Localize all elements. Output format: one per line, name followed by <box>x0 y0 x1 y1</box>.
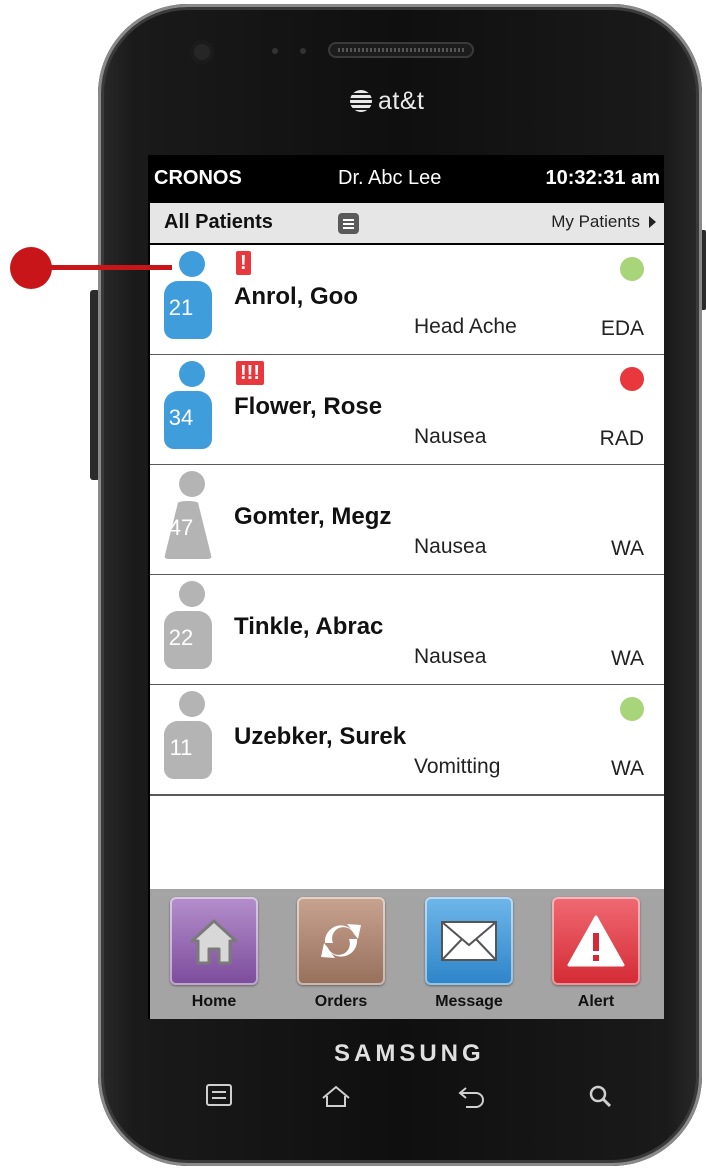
my-patients-link[interactable]: My Patients <box>551 212 640 232</box>
patient-row[interactable]: 34 !!! Flower, Rose Nausea RAD <box>150 355 664 466</box>
male-patient-avatar: 11 <box>164 689 212 785</box>
light-sensor <box>300 48 306 54</box>
orders-tile[interactable] <box>297 897 385 985</box>
earpiece-speaker <box>328 42 474 58</box>
home-key[interactable] <box>320 1084 352 1113</box>
front-camera <box>190 40 214 64</box>
menu-key[interactable] <box>206 1084 232 1111</box>
priority-badge: ! <box>236 251 251 275</box>
carrier-logo: at&t <box>350 86 424 116</box>
menu-icon <box>206 1084 232 1106</box>
back-icon <box>458 1087 484 1108</box>
status-dot <box>620 367 644 391</box>
tab-message[interactable]: Message <box>425 897 513 1017</box>
doctor-name: Dr. Abc Lee <box>338 167 442 189</box>
home-icon <box>190 919 238 965</box>
tab-alert-label: Alert <box>577 993 615 1010</box>
list-menu-icon[interactable] <box>338 213 359 234</box>
proximity-sensor <box>272 48 278 54</box>
status-bar: CRONOS Dr. Abc Lee 10:32:31 am <box>148 155 664 203</box>
warning-icon <box>567 915 625 967</box>
male-patient-avatar: 34 <box>164 359 212 455</box>
bed-number: 11 <box>169 735 193 760</box>
patient-row[interactable]: 47 Gomter, Megz Nausea WA <box>150 465 664 576</box>
patient-row[interactable]: 22 Tinkle, Abrac Nausea WA <box>150 575 664 686</box>
patient-list: 21 ! Anrol, Goo Head Ache EDA 34 !!! Flo… <box>150 245 664 889</box>
patient-department: WA <box>610 647 644 670</box>
back-key[interactable] <box>456 1084 486 1113</box>
refresh-icon <box>321 924 361 958</box>
list-title: All Patients <box>164 211 273 233</box>
bottom-tab-bar: Home Orders Message Alert <box>150 889 664 1019</box>
tab-message-label: Message <box>435 993 503 1010</box>
patient-name: Uzebker, Surek <box>234 723 407 750</box>
patient-name: Tinkle, Abrac <box>234 613 384 640</box>
patient-complaint: Nausea <box>414 425 487 448</box>
male-patient-avatar: 21 <box>164 249 212 345</box>
patient-name: Anrol, Goo <box>234 283 358 310</box>
patient-complaint: Vomitting <box>414 755 501 778</box>
search-key[interactable] <box>588 1084 612 1113</box>
tab-alert[interactable]: Alert <box>552 897 640 1017</box>
alert-tile[interactable] <box>552 897 640 985</box>
bed-number: 34 <box>168 405 194 430</box>
device-brand: SAMSUNG <box>334 1040 485 1067</box>
tab-orders[interactable]: Orders <box>297 897 385 1017</box>
callout-line <box>48 265 172 270</box>
status-dot <box>620 697 644 721</box>
patient-complaint: Nausea <box>414 645 487 668</box>
tab-home[interactable]: Home <box>170 897 258 1017</box>
patient-department: WA <box>610 537 644 560</box>
message-tile[interactable] <box>425 897 513 985</box>
female-patient-avatar: 47 <box>164 469 212 565</box>
bed-number: 21 <box>168 295 194 320</box>
patient-complaint: Head Ache <box>414 315 517 338</box>
male-patient-avatar: 22 <box>164 579 212 675</box>
home-outline-icon <box>322 1085 350 1107</box>
priority-badge: !!! <box>236 361 264 385</box>
bed-number: 47 <box>168 515 194 540</box>
patient-complaint: Nausea <box>414 535 487 558</box>
patient-department: RAD <box>599 427 644 450</box>
status-dot <box>620 257 644 281</box>
tab-orders-label: Orders <box>314 993 368 1010</box>
patient-row[interactable]: 11 Uzebker, Surek Vomitting WA <box>150 685 664 796</box>
bed-number: 22 <box>168 625 194 650</box>
clock: 10:32:31 am <box>545 167 660 189</box>
patient-name: Gomter, Megz <box>234 503 392 530</box>
envelope-icon <box>441 921 497 961</box>
search-icon <box>589 1085 612 1108</box>
home-tile[interactable] <box>170 897 258 985</box>
app-name: CRONOS <box>154 167 242 189</box>
patient-row[interactable]: 21 ! Anrol, Goo Head Ache EDA <box>150 245 664 356</box>
carrier-name: at&t <box>378 86 425 115</box>
att-globe-icon <box>350 90 372 112</box>
list-header: All Patients My Patients <box>150 203 664 243</box>
patient-department: EDA <box>600 317 644 340</box>
phone-screen: CRONOS Dr. Abc Lee 10:32:31 am All Patie… <box>148 155 664 1019</box>
chevron-right-icon[interactable] <box>649 216 656 228</box>
tab-home-label: Home <box>191 993 237 1010</box>
patient-department: WA <box>610 757 644 780</box>
callout-marker <box>10 247 52 289</box>
patient-name: Flower, Rose <box>234 393 383 420</box>
